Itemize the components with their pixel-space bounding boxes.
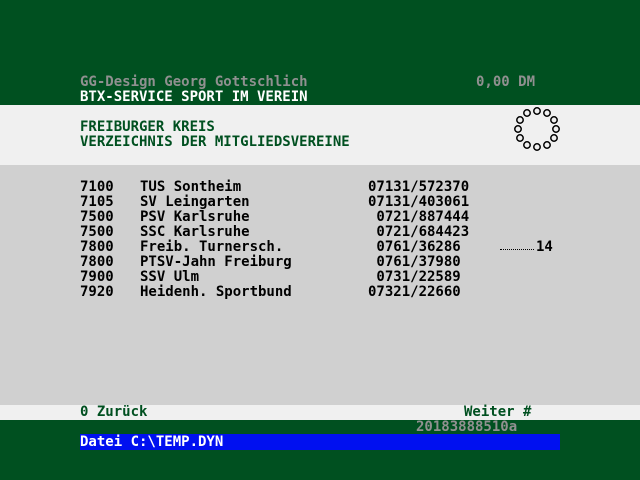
club-postcode: 7900 [80,269,114,285]
dotted-leader [500,245,534,250]
logo-ring-icon [514,107,560,151]
club-name: Heidenh. Sportbund [140,284,292,300]
club-postcode: 7800 [80,254,114,270]
price-label: 0,00 DM [476,74,536,90]
page-subtitle: VERZEICHNIS DER MITGLIEDSVEREINE [80,134,350,150]
club-phone: 07321/22660 [368,284,461,300]
club-phone: 0761/36286 [368,239,461,255]
club-phone: 0721/684423 [368,224,470,240]
club-name: SV Leingarten [140,194,250,210]
club-name: PSV Karlsruhe [140,209,250,225]
file-path: Datei C:\TEMP.DYN [80,434,224,450]
back-button[interactable]: 0 Zurück [80,405,147,420]
club-postcode: 7500 [80,209,114,225]
club-phone: 07131/403061 [368,194,470,210]
page-title: FREIBURGER KREIS [80,119,215,135]
club-name: PTSV-Jahn Freiburg [140,254,292,270]
next-button[interactable]: Weiter # [464,405,531,420]
club-name: Freib. Turnersch. [140,239,284,255]
club-name: TUS Sontheim [140,179,242,195]
provider-name: GG-Design Georg Gottschlich [80,74,308,90]
service-title: BTX-SERVICE SPORT IM VEREIN [80,89,308,105]
club-name: SSV Ulm [140,269,200,285]
club-postcode: 7800 [80,239,114,255]
club-phone: 0731/22589 [368,269,461,285]
club-postcode: 7500 [80,224,114,240]
club-postcode: 7105 [80,194,114,210]
club-phone: 07131/572370 [368,179,470,195]
club-phone: 0761/37980 [368,254,461,270]
club-phone: 0721/887444 [368,209,470,225]
club-postcode: 7100 [80,179,114,195]
club-name: SSC Karlsruhe [140,224,250,240]
club-extension: 14 [536,239,553,255]
page-id: 20183888510a [416,419,518,435]
club-postcode: 7920 [80,284,114,300]
